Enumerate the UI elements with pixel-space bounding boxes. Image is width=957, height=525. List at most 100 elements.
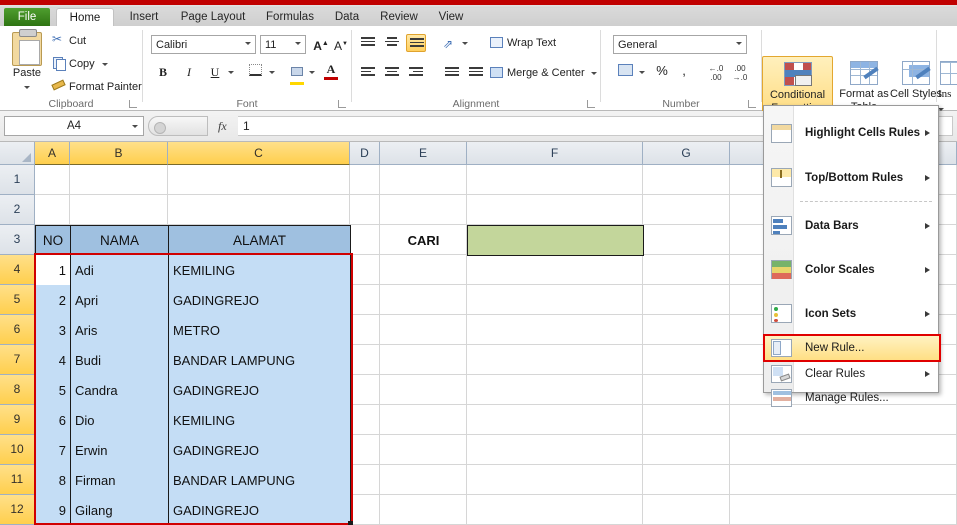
name-box-chevron-down-icon[interactable] bbox=[132, 125, 138, 128]
grid-cell[interactable] bbox=[730, 465, 957, 495]
grid-cell[interactable] bbox=[467, 345, 643, 375]
grid-cell[interactable] bbox=[643, 195, 730, 225]
font-size-input[interactable]: 11 bbox=[260, 35, 306, 54]
grid-cell[interactable] bbox=[380, 405, 467, 435]
grid-cell[interactable] bbox=[467, 195, 643, 225]
cell-b5[interactable]: Apri bbox=[70, 285, 169, 316]
grid-cell[interactable] bbox=[380, 285, 467, 315]
tab-formulas[interactable]: Formulas bbox=[256, 8, 324, 26]
column-header-e[interactable]: E bbox=[380, 142, 467, 165]
middle-align-button[interactable] bbox=[382, 34, 402, 52]
orientation-button[interactable]: ⇗ bbox=[440, 34, 460, 52]
row-header-9[interactable]: 9 bbox=[0, 405, 35, 435]
formula-bar-buttons[interactable] bbox=[148, 116, 208, 136]
column-header-a[interactable]: A bbox=[35, 142, 70, 165]
grid-cell[interactable] bbox=[168, 165, 350, 195]
grid-cell[interactable] bbox=[467, 495, 643, 525]
cell-a10[interactable]: 7 bbox=[35, 435, 71, 466]
column-header-d[interactable]: D bbox=[350, 142, 380, 165]
align-left-button[interactable] bbox=[358, 64, 378, 82]
grid-cell[interactable] bbox=[380, 315, 467, 345]
column-header-c[interactable]: C bbox=[168, 142, 350, 165]
grid-cell[interactable] bbox=[350, 405, 380, 435]
row-header-12[interactable]: 12 bbox=[0, 495, 35, 525]
grid-cell[interactable] bbox=[350, 285, 380, 315]
merge-center-button[interactable]: Merge & Center bbox=[490, 67, 597, 79]
column-header-f[interactable]: F bbox=[467, 142, 643, 165]
cell-b4[interactable]: Adi bbox=[70, 255, 169, 286]
grid-cell[interactable] bbox=[380, 195, 467, 225]
accounting-format-button[interactable] bbox=[615, 64, 635, 79]
number-format-select[interactable]: General bbox=[613, 35, 747, 54]
row-header-11[interactable]: 11 bbox=[0, 465, 35, 495]
tab-review[interactable]: Review bbox=[370, 8, 428, 26]
cell-c12[interactable]: GADINGREJO bbox=[168, 495, 351, 525]
increase-indent-button[interactable] bbox=[464, 64, 484, 82]
fill-color-button[interactable] bbox=[287, 62, 307, 85]
decrease-decimal-button[interactable]: .00 →.0 bbox=[729, 64, 751, 82]
cut-button[interactable]: Cut bbox=[52, 32, 86, 47]
grid-cell[interactable] bbox=[467, 465, 643, 495]
grid-cell[interactable] bbox=[380, 435, 467, 465]
menu-item-color-scales[interactable]: Color Scales bbox=[765, 248, 939, 292]
menu-item-data-bars[interactable]: Data Bars bbox=[765, 204, 939, 248]
grid-cell[interactable] bbox=[380, 255, 467, 285]
number-dialog-launcher[interactable] bbox=[748, 100, 757, 109]
cell-a7[interactable]: 4 bbox=[35, 345, 71, 376]
grid-cell[interactable] bbox=[350, 375, 380, 405]
grid-cell[interactable] bbox=[350, 435, 380, 465]
tab-data[interactable]: Data bbox=[324, 8, 370, 26]
select-all-corner[interactable] bbox=[0, 142, 35, 165]
row-header-2[interactable]: 2 bbox=[0, 195, 35, 225]
cell-a12[interactable]: 9 bbox=[35, 495, 71, 525]
cell-b9[interactable]: Dio bbox=[70, 405, 169, 436]
percent-style-button[interactable]: % bbox=[653, 63, 671, 78]
tab-page-layout[interactable]: Page Layout bbox=[170, 8, 256, 26]
grid-cell[interactable] bbox=[350, 315, 380, 345]
row-header-3[interactable]: 3 bbox=[0, 225, 35, 255]
alignment-dialog-launcher[interactable] bbox=[587, 100, 596, 109]
cell-b7[interactable]: Budi bbox=[70, 345, 169, 376]
fill-color-chevron-down-icon[interactable] bbox=[309, 71, 315, 74]
cell-a4[interactable]: 1 bbox=[35, 255, 71, 286]
grid-cell[interactable] bbox=[350, 165, 380, 195]
font-dialog-launcher[interactable] bbox=[338, 100, 347, 109]
grid-cell[interactable] bbox=[467, 285, 643, 315]
cell-a6[interactable]: 3 bbox=[35, 315, 71, 346]
grid-cell[interactable] bbox=[643, 405, 730, 435]
copy-button[interactable]: Copy bbox=[52, 57, 108, 71]
row-header-5[interactable]: 5 bbox=[0, 285, 35, 315]
tab-home[interactable]: Home bbox=[56, 8, 114, 26]
cell-c10[interactable]: GADINGREJO bbox=[168, 435, 351, 466]
cell-a9[interactable]: 6 bbox=[35, 405, 71, 436]
comma-style-button[interactable]: , bbox=[677, 63, 691, 78]
selection-fill-handle[interactable] bbox=[348, 521, 353, 525]
underline-button[interactable]: U bbox=[205, 62, 225, 82]
grid-cell[interactable] bbox=[467, 255, 643, 285]
font-name-chevron-down-icon[interactable] bbox=[245, 42, 251, 45]
menu-item-highlight-cells-rules[interactable]: Highlight Cells Rules bbox=[765, 110, 939, 156]
row-header-1[interactable]: 1 bbox=[0, 165, 35, 195]
align-right-button[interactable] bbox=[406, 64, 426, 82]
decrease-font-size-button[interactable]: A▼ bbox=[331, 34, 351, 54]
increase-decimal-button[interactable]: ←.0.00 bbox=[705, 64, 727, 82]
grid-cell[interactable] bbox=[350, 225, 380, 255]
name-box[interactable]: A4 bbox=[4, 116, 144, 136]
cell-b10[interactable]: Erwin bbox=[70, 435, 169, 466]
row-header-8[interactable]: 8 bbox=[0, 375, 35, 405]
orientation-chevron-down-icon[interactable] bbox=[462, 42, 468, 45]
grid-cell[interactable] bbox=[643, 285, 730, 315]
tab-insert[interactable]: Insert bbox=[118, 8, 170, 26]
grid-cell[interactable] bbox=[643, 435, 730, 465]
cell-e3-cari-label[interactable]: CARI bbox=[380, 225, 467, 255]
tab-view[interactable]: View bbox=[428, 8, 474, 26]
cell-f3-search-input[interactable] bbox=[467, 225, 644, 256]
cell-a5[interactable]: 2 bbox=[35, 285, 71, 316]
grid-cell[interactable] bbox=[643, 225, 730, 255]
cell-b12[interactable]: Gilang bbox=[70, 495, 169, 525]
tab-file[interactable]: File bbox=[4, 8, 50, 26]
cell-c6[interactable]: METRO bbox=[168, 315, 351, 346]
copy-chevron-down-icon[interactable] bbox=[101, 62, 108, 66]
row-header-6[interactable]: 6 bbox=[0, 315, 35, 345]
grid-cell[interactable] bbox=[730, 495, 957, 525]
